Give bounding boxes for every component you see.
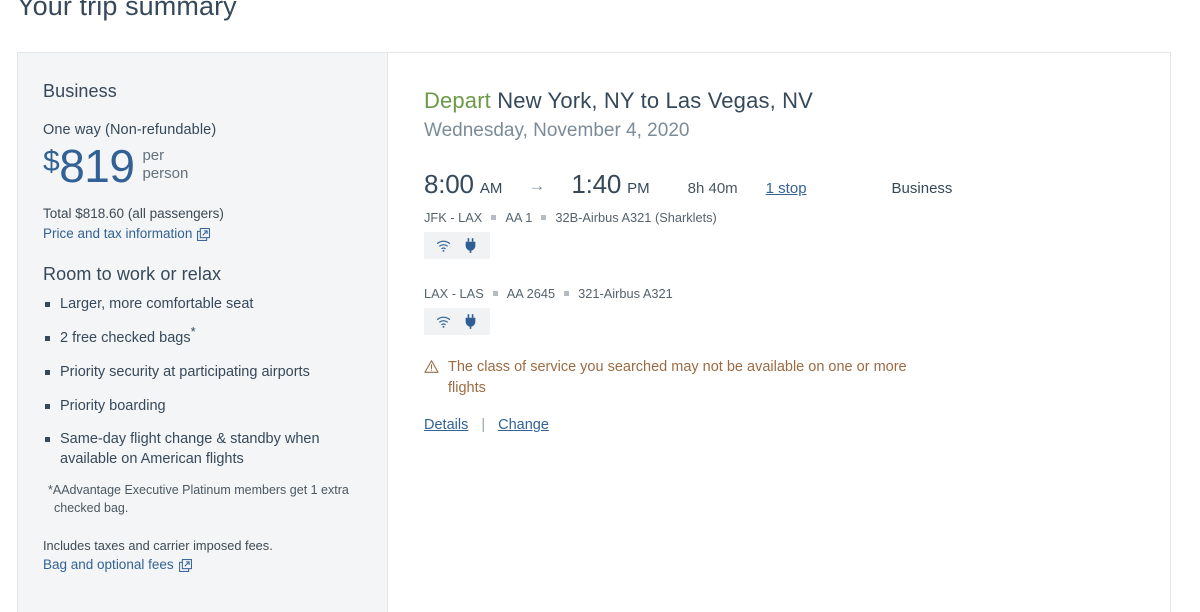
total-price-line: Total $818.60 (all passengers): [43, 206, 224, 221]
perk-text: 2 free checked bags: [60, 329, 191, 346]
details-link[interactable]: Details: [424, 417, 468, 433]
warning-triangle-icon: [424, 359, 439, 374]
segment-amenities: [424, 232, 490, 259]
class-of-service-warning: The class of service you searched may no…: [424, 357, 944, 399]
arrow-icon: →: [528, 176, 546, 195]
price-and-tax-information-label: Price and tax information: [43, 226, 193, 241]
list-item: Priority boarding: [43, 397, 363, 417]
perks-heading: Room to work or relax: [43, 264, 222, 284]
list-item: Priority security at participating airpo…: [43, 363, 363, 383]
list-item: 2 free checked bags*: [43, 325, 363, 349]
taxes-fine-print: Includes taxes and carrier imposed fees.: [43, 537, 273, 553]
wifi-icon: [435, 237, 452, 254]
itinerary-actions: Details | Change: [424, 417, 1170, 433]
arrival-time: 1:40: [571, 169, 622, 199]
segment-route: LAX - LAS: [424, 286, 484, 301]
power-outlet-icon: [462, 237, 479, 254]
segment-amenities: [424, 308, 490, 335]
price-block: $819 per person: [43, 143, 363, 189]
change-link[interactable]: Change: [498, 417, 549, 433]
flight-duration: 8h 40m: [687, 180, 738, 197]
departure-time: 8:00: [424, 169, 474, 199]
price-unit-line2: person: [142, 164, 189, 182]
perk-text: Larger, more comfortable seat: [60, 296, 254, 312]
segment-route: JFK - LAX: [424, 210, 483, 225]
itinerary-cabin: Business: [891, 180, 953, 197]
arrival-meridiem: PM: [627, 180, 650, 197]
currency-symbol: $: [43, 145, 60, 178]
separator: [491, 215, 497, 220]
slice-date: Wednesday, November 4, 2020: [424, 120, 690, 141]
wifi-icon: [435, 313, 452, 330]
route-label: New York, NY to Las Vegas, NV: [497, 88, 813, 113]
stops-link[interactable]: 1 stop: [766, 180, 807, 197]
segment-aircraft: 32B-Airbus A321 (Sharklets): [555, 210, 717, 225]
external-link-icon: [197, 228, 211, 241]
price-and-tax-information-link[interactable]: Price and tax information: [43, 226, 211, 241]
bag-and-optional-fees-label: Bag and optional fees: [43, 556, 174, 572]
price-unit: per person: [142, 147, 188, 182]
segment-detail: JFK - LAX AA 1 32B-Airbus A321 (Sharklet…: [424, 210, 1170, 225]
segment-detail: LAX - LAS AA 2645 321-Airbus A321: [424, 286, 1170, 301]
segment-spacer: [424, 259, 1170, 276]
perks-list: Larger, more comfortable seat 2 free che…: [43, 295, 363, 470]
flight-time-row: 8:00 AM → 1:40 PM 8h 40m 1 stop Business: [424, 169, 1170, 200]
perk-asterisk: *: [190, 324, 196, 340]
warning-text: The class of service you searched may no…: [448, 359, 907, 397]
separator: [492, 291, 498, 296]
bag-and-optional-fees-link[interactable]: Bag and optional fees: [43, 557, 192, 572]
separator: [541, 215, 547, 220]
trip-summary-card: Business One way (Non-refundable) $819 p…: [17, 52, 1171, 612]
slice-title: Depart New York, NY to Las Vegas, NV: [424, 88, 1170, 114]
perk-text: Priority security at participating airpo…: [60, 363, 310, 380]
perk-text: Priority boarding: [60, 397, 166, 414]
list-item: Larger, more comfortable seat: [43, 295, 363, 315]
segment-aircraft: 321-Airbus A321: [578, 286, 673, 301]
fare-panel: Business One way (Non-refundable) $819 p…: [18, 53, 388, 612]
cabin-name: Business: [43, 81, 117, 101]
itinerary-panel: Depart New York, NY to Las Vegas, NV Wed…: [388, 53, 1170, 612]
perk-text: Same-day flight change & standby when av…: [60, 431, 320, 468]
price-value: 819: [59, 140, 135, 192]
price-unit-line1: per: [142, 147, 165, 164]
page-title: Your trip summary: [17, 0, 237, 21]
separator: [564, 291, 570, 296]
perks-footnote: *AAdvantage Executive Platinum members g…: [48, 483, 349, 516]
external-link-icon: [178, 558, 192, 572]
fare-type: One way (Non-refundable): [43, 122, 217, 138]
segment-flight-number: AA 1: [505, 210, 533, 225]
departure-meridiem: AM: [479, 180, 503, 197]
action-separator: |: [481, 417, 486, 434]
segment-flight-number: AA 2645: [506, 286, 556, 301]
power-outlet-icon: [462, 313, 479, 330]
list-item: Same-day flight change & standby when av…: [43, 430, 363, 470]
depart-label: Depart: [424, 88, 491, 113]
price-amount: $819: [43, 140, 135, 192]
